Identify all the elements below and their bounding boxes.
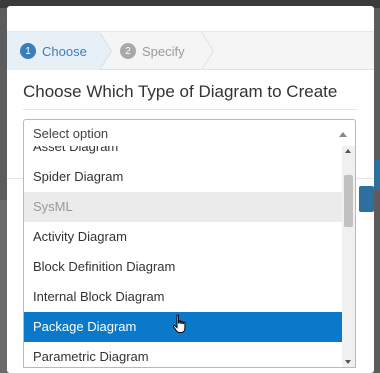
scrollbar-thumb[interactable] (344, 175, 353, 227)
hand-pointer-icon (172, 314, 186, 333)
step-label: Choose (42, 43, 87, 59)
scroll-up-icon[interactable] (345, 149, 351, 153)
step-arrow (99, 32, 111, 70)
wizard-steps: 1 Choose 2 Specify (7, 32, 374, 70)
caret-up-icon[interactable] (339, 132, 347, 137)
option-group-sysml: SysML (24, 192, 344, 222)
step-number: 2 (120, 43, 136, 59)
scroll-down-icon[interactable] (345, 360, 351, 364)
option-asset-diagram[interactable]: Asset Diagram (24, 146, 344, 162)
option-activity-diagram[interactable]: Activity Diagram (24, 222, 344, 252)
dropdown-scrollbar[interactable] (342, 146, 355, 367)
step-choose[interactable]: 1 Choose (7, 32, 99, 70)
diagram-type-dropdown: Asset Diagram Spider Diagram SysML Activ… (23, 146, 356, 368)
page-title: Choose Which Type of Diagram to Create (23, 82, 357, 110)
option-list: Asset Diagram Spider Diagram SysML Activ… (24, 146, 344, 367)
option-block-definition-diagram[interactable]: Block Definition Diagram (24, 252, 344, 282)
diagram-type-select[interactable]: Select option (23, 119, 356, 147)
modal-footer-button[interactable] (359, 186, 374, 212)
option-spider-diagram[interactable]: Spider Diagram (24, 162, 344, 192)
modal-header (7, 6, 374, 32)
step-specify[interactable]: 2 Specify (115, 32, 201, 70)
step-label: Specify (142, 43, 185, 59)
select-value: Select option (33, 126, 109, 141)
step-arrow (201, 32, 213, 70)
option-parametric-diagram[interactable]: Parametric Diagram (24, 342, 344, 367)
option-internal-block-diagram[interactable]: Internal Block Diagram (24, 282, 344, 312)
step-number: 1 (20, 43, 36, 59)
